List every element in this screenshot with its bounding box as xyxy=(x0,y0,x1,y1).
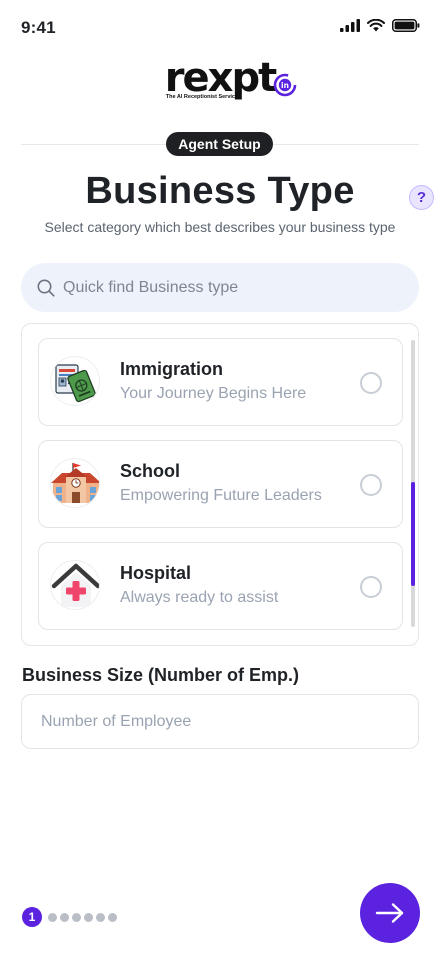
hospital-cross-icon xyxy=(50,560,100,610)
status-icons xyxy=(340,19,420,32)
business-type-subtitle: Empowering Future Leaders xyxy=(120,487,322,504)
business-type-title: Hospital xyxy=(120,563,192,583)
business-type-subtitle: Your Journey Begins Here xyxy=(120,385,307,402)
brand-badge-icon: in xyxy=(273,73,297,97)
step-indicator-current: 1 xyxy=(22,907,42,927)
help-button[interactable]: ? xyxy=(409,185,434,210)
business-type-title: Immigration xyxy=(120,359,224,379)
business-size-label: Business Size (Number of Emp.) xyxy=(22,665,300,685)
step-indicator-dot xyxy=(60,912,69,922)
business-type-title: School xyxy=(120,461,181,481)
brand-logo: rexpt The AI Receptionist Service in xyxy=(0,55,440,104)
business-type-radio[interactable] xyxy=(360,576,382,598)
step-indicator-dot xyxy=(48,912,57,922)
step-indicator-dot xyxy=(84,912,93,922)
svg-text:in: in xyxy=(281,81,289,90)
business-type-radio[interactable] xyxy=(360,474,382,496)
school-building-icon xyxy=(50,458,100,508)
business-type-subtitle: Always ready to assist xyxy=(120,589,279,606)
page-title: Business Type xyxy=(85,170,355,212)
business-type-card-school[interactable]: School Empowering Future Leaders xyxy=(38,440,403,528)
step-indicator-dot xyxy=(108,912,117,922)
business-type-card-hospital[interactable]: Hospital Always ready to assist xyxy=(38,542,403,630)
cellular-signal-icon xyxy=(340,19,360,32)
list-scrollbar-thumb[interactable] xyxy=(411,482,415,586)
step-indicator-dot xyxy=(72,912,81,922)
step-indicator-dot xyxy=(96,912,105,922)
agent-setup-pill: Agent Setup xyxy=(166,132,273,156)
list-scrollbar[interactable] xyxy=(411,340,415,627)
status-bar: 9:41 xyxy=(0,0,440,56)
progress-stepper: 1 xyxy=(22,907,117,927)
status-time: 9:41 xyxy=(21,18,56,37)
search-input[interactable] xyxy=(63,278,383,297)
brand-wordmark: rexpt xyxy=(164,55,277,101)
immigration-passport-icon xyxy=(50,356,100,406)
business-type-list[interactable]: Immigration Your Journey Begins Here Sch… xyxy=(21,323,419,646)
question-mark-icon: ? xyxy=(416,189,427,206)
search-bar[interactable] xyxy=(21,263,419,312)
employee-count-input[interactable] xyxy=(22,695,418,748)
business-type-radio[interactable] xyxy=(360,372,382,394)
wifi-icon xyxy=(367,19,385,32)
battery-icon xyxy=(392,19,420,32)
business-type-card-immigration[interactable]: Immigration Your Journey Begins Here xyxy=(38,338,403,426)
next-button[interactable] xyxy=(360,883,420,943)
business-size-field[interactable] xyxy=(21,694,419,749)
search-icon xyxy=(37,279,55,297)
arrow-right-icon xyxy=(375,903,404,923)
brand-tagline: The AI Receptionist Service xyxy=(165,94,239,100)
page-subtitle: Select category which best describes you… xyxy=(44,219,396,235)
